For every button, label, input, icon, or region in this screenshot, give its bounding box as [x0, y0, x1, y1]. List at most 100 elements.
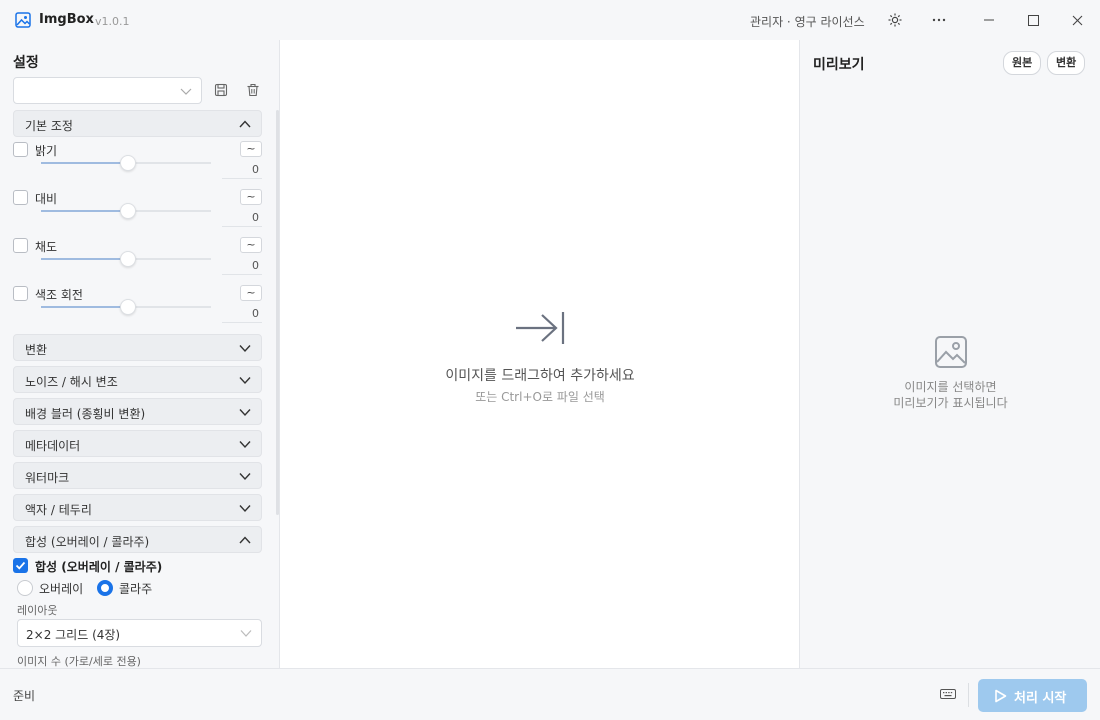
saturation-label: 채도: [35, 240, 58, 254]
saturation-checkbox[interactable]: [13, 238, 28, 253]
hue-slider-thumb[interactable]: [120, 299, 136, 315]
section-label: 메타데이터: [25, 439, 81, 453]
more-button[interactable]: [926, 8, 952, 32]
preset-select[interactable]: [13, 77, 202, 104]
theme-toggle-button[interactable]: [882, 8, 908, 32]
overlay-radio[interactable]: [17, 580, 33, 596]
section-frame[interactable]: 액자 / 테두리: [13, 494, 262, 521]
section-composite[interactable]: 합성 (오버레이 / 콜라주): [13, 526, 262, 553]
saturation-value[interactable]: 0: [222, 259, 262, 275]
drop-zone[interactable]: 이미지를 드래그하여 추가하세요 또는 Ctrl+O로 파일 선택: [281, 40, 799, 668]
section-label: 배경 블러 (종횡비 변환): [25, 407, 146, 421]
maximize-icon: [1027, 14, 1039, 26]
chevron-down-icon: [180, 88, 192, 95]
drop-subhint: 또는 Ctrl+O로 파일 선택: [475, 390, 605, 404]
section-watermark[interactable]: 워터마크: [13, 462, 262, 489]
hue-checkbox[interactable]: [13, 286, 28, 301]
save-preset-button[interactable]: [211, 80, 231, 100]
divider: [968, 683, 969, 707]
brightness-checkbox[interactable]: [13, 142, 28, 157]
adjust-row-hue: 색조 회전 ~ 0: [13, 285, 262, 333]
preview-empty-message: 이미지를 선택하면 미리보기가 표시됩니다: [800, 379, 1100, 411]
status-bar: 준비 처리 시작: [0, 668, 1100, 720]
original-button[interactable]: 원본: [1003, 51, 1042, 75]
drop-hint: 이미지를 드래그하여 추가하세요: [445, 368, 635, 384]
adjust-row-saturation: 채도 ~ 0: [13, 237, 262, 285]
close-icon: [1072, 15, 1082, 25]
adjust-row-brightness: 밝기 ~ 0: [13, 141, 262, 189]
hue-label: 색조 회전: [35, 288, 83, 302]
app-logo-icon: [15, 12, 31, 28]
contrast-value[interactable]: 0: [222, 211, 262, 227]
chevron-up-icon: [239, 120, 251, 128]
delete-preset-button[interactable]: [243, 80, 263, 100]
chevron-down-icon: [239, 377, 251, 385]
sidebar-scrollbar[interactable]: [276, 110, 279, 515]
section-bg-blur[interactable]: 배경 블러 (종횡비 변환): [13, 398, 262, 425]
section-noise[interactable]: 노이즈 / 해시 변조: [13, 366, 262, 393]
close-window-button[interactable]: [1064, 8, 1090, 32]
section-label: 워터마크: [25, 471, 70, 485]
theme-icon: [888, 13, 902, 27]
adjust-row-contrast: 대비 ~ 0: [13, 189, 262, 237]
section-metadata[interactable]: 메타데이터: [13, 430, 262, 457]
saturation-random-button[interactable]: ~: [240, 237, 262, 253]
chevron-down-icon: [239, 473, 251, 481]
app-name: ImgBox: [39, 12, 94, 27]
chevron-down-icon: [239, 409, 251, 417]
trash-icon: [247, 83, 259, 97]
chevron-down-icon: [239, 345, 251, 353]
saturation-slider-thumb[interactable]: [120, 251, 136, 267]
preview-empty-line2: 미리보기가 표시됩니다: [893, 396, 1008, 410]
hue-value[interactable]: 0: [222, 307, 262, 323]
composite-checkbox[interactable]: [13, 558, 28, 573]
chevron-down-icon: [239, 505, 251, 513]
preview-title: 미리보기: [813, 57, 865, 73]
preview-empty-line1: 이미지를 선택하면: [904, 380, 997, 394]
settings-sidebar: 설정 기본 조정 밝기 ~ 0 대비 ~ 0 채도 ~ 0 색조 회전 ~ 0 …: [0, 40, 280, 668]
status-text: 준비: [13, 689, 36, 703]
section-label: 변환: [25, 343, 48, 357]
contrast-random-button[interactable]: ~: [240, 189, 262, 205]
layout-select[interactable]: 2×2 그리드 (4장): [17, 619, 262, 647]
start-processing-button[interactable]: 처리 시작: [978, 679, 1087, 712]
section-basic-adjust[interactable]: 기본 조정: [13, 110, 262, 137]
brightness-slider-thumb[interactable]: [120, 155, 136, 171]
save-icon: [214, 83, 228, 97]
brightness-value[interactable]: 0: [222, 163, 262, 179]
brightness-random-button[interactable]: ~: [240, 141, 262, 157]
import-arrow-icon: [516, 312, 565, 344]
collage-radio[interactable]: [97, 580, 113, 596]
brightness-label: 밝기: [35, 144, 58, 158]
converted-button[interactable]: 변환: [1047, 51, 1086, 75]
contrast-slider-thumb[interactable]: [120, 203, 136, 219]
overlay-radio-label: 오버레이: [39, 582, 84, 596]
license-info[interactable]: 관리자 · 영구 라이선스: [750, 13, 865, 30]
maximize-button[interactable]: [1020, 8, 1046, 32]
hue-random-button[interactable]: ~: [240, 285, 262, 301]
checkmark-icon: [15, 561, 26, 570]
section-label: 액자 / 테두리: [25, 503, 92, 517]
app-version: v1.0.1: [95, 15, 130, 28]
settings-title: 설정: [13, 55, 39, 71]
layout-label: 레이아웃: [17, 604, 58, 617]
section-transform[interactable]: 변환: [13, 334, 262, 361]
section-label: 노이즈 / 해시 변조: [25, 375, 118, 389]
chevron-down-icon: [239, 441, 251, 449]
minimize-button[interactable]: [976, 8, 1002, 32]
contrast-checkbox[interactable]: [13, 190, 28, 205]
title-bar: ImgBox v1.0.1 관리자 · 영구 라이선스: [0, 0, 1100, 40]
more-icon: [932, 18, 946, 22]
image-placeholder-icon: [935, 336, 967, 368]
section-label: 합성 (오버레이 / 콜라주): [25, 535, 150, 549]
collage-radio-label: 콜라주: [119, 582, 153, 596]
chevron-down-icon: [240, 630, 252, 637]
composite-checkbox-label: 합성 (오버레이 / 콜라주): [35, 560, 163, 574]
minimize-icon: [984, 19, 994, 21]
layout-select-value: 2×2 그리드 (4장): [26, 628, 121, 642]
image-count-label: 이미지 수 (가로/세로 전용): [17, 655, 141, 668]
contrast-label: 대비: [35, 192, 58, 206]
preview-panel: 미리보기 원본 변환 이미지를 선택하면 미리보기가 표시됩니다: [799, 40, 1100, 668]
section-label: 기본 조정: [25, 119, 73, 133]
keyboard-icon[interactable]: [940, 688, 956, 700]
